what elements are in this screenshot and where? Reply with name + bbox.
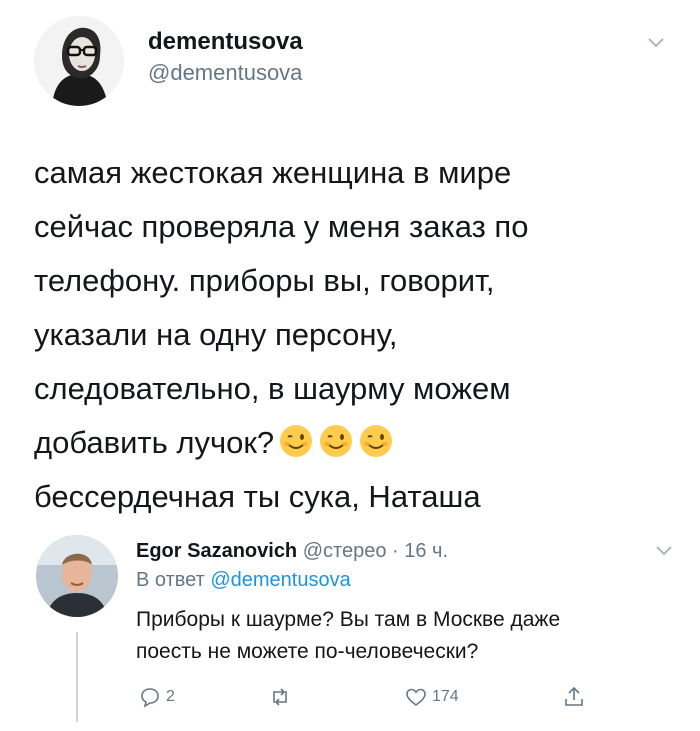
reply-author-name[interactable]: Egor Sazanovich xyxy=(136,540,297,562)
tweet-line: указали на одну персону, xyxy=(34,317,398,352)
retweet-icon xyxy=(273,688,287,706)
reply-text-line: поесть не можете по-человечески? xyxy=(136,640,479,663)
like-button[interactable]: 174 xyxy=(404,685,459,709)
reply-header: Egor Sazanovich @стерео · 16 ч. xyxy=(136,540,448,563)
tweet-text: самая жестокая женщина в мире сейчас про… xyxy=(34,146,674,524)
share-button[interactable] xyxy=(562,685,586,709)
tweet-menu-chevron-icon[interactable] xyxy=(646,36,666,55)
author-handle[interactable]: @dementusova xyxy=(148,60,302,86)
reply-author-handle[interactable]: @стерео xyxy=(303,540,387,562)
reply-action-bar: 2 174 xyxy=(138,685,598,715)
tweet-line: телефону. приборы вы, говорит, xyxy=(34,263,495,298)
tweet-line: самая жестокая женщина в мире xyxy=(34,155,512,190)
reply-button[interactable]: 2 xyxy=(138,685,175,709)
winking-face-emoji-icon xyxy=(280,425,313,457)
like-count: 174 xyxy=(432,688,459,705)
tweet-line: бессердечная ты сука, Наташа xyxy=(34,479,481,514)
tweet-line: сейчас проверяла у меня заказ по xyxy=(34,209,529,244)
in-reply-prefix: В ответ xyxy=(136,569,205,591)
tweet-line-with-emoji: добавить лучок? xyxy=(34,416,674,470)
author-name[interactable]: dementusova xyxy=(148,28,303,56)
reply-count: 2 xyxy=(166,688,175,705)
reply-text-line: Приборы к шаурме? Вы там в Москве даже xyxy=(136,608,561,631)
winking-face-emoji-icon xyxy=(320,425,353,457)
tweet-line: следовательно, в шаурму можем xyxy=(34,371,511,406)
comment-icon xyxy=(141,688,159,708)
share-icon xyxy=(565,686,583,706)
reply-author-avatar[interactable] xyxy=(36,535,118,617)
in-reply-handle-link[interactable]: @dementusova xyxy=(210,569,350,591)
meta-separator: · xyxy=(392,540,399,562)
author-avatar[interactable] xyxy=(34,16,124,106)
thread-line xyxy=(76,632,78,722)
heart-icon xyxy=(406,688,426,707)
reply-text: Приборы к шаурме? Вы там в Москве даже п… xyxy=(136,604,676,668)
retweet-button[interactable] xyxy=(268,685,296,709)
reply-menu-chevron-icon[interactable] xyxy=(654,544,674,563)
reply-timestamp[interactable]: 16 ч. xyxy=(404,540,448,562)
tweet-line: добавить лучок? xyxy=(34,425,275,460)
winking-face-emoji-icon xyxy=(360,425,393,457)
in-reply-to: В ответ @dementusova xyxy=(136,569,351,592)
